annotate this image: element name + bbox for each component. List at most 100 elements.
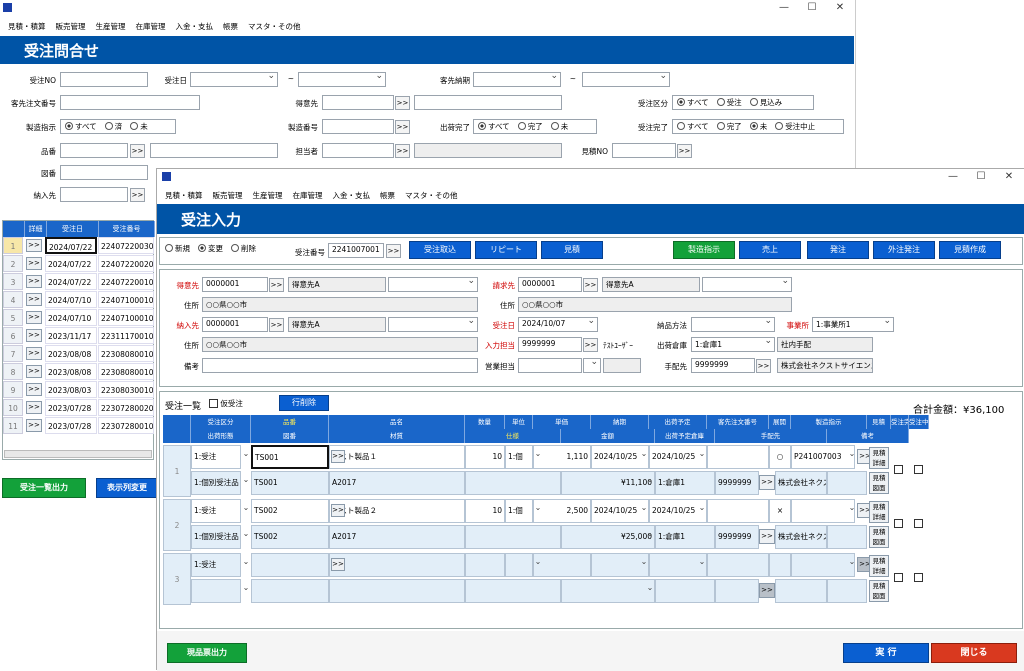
line-keitai[interactable]: 1:個別受注品 [191, 525, 241, 549]
seikyu-code-field[interactable]: 0000001 [518, 277, 582, 292]
menu-production[interactable]: 生産管理 [96, 21, 126, 32]
tehai-search-button[interactable]: >> [759, 475, 775, 490]
order-stop-checkbox[interactable] [914, 519, 923, 530]
nounyu-search-button[interactable]: >> [130, 188, 145, 202]
checkbox-box[interactable] [894, 465, 903, 474]
create-estimate-button[interactable]: 見積作成 [939, 241, 1001, 259]
unit-dropdown-icon[interactable]: ⌄ [533, 449, 543, 458]
line-qty[interactable]: 10 [465, 499, 505, 523]
order-kbn-all[interactable]: すべて [677, 97, 709, 108]
menu-inventory[interactable]: 在庫管理 [293, 190, 323, 201]
order-kbn-radio[interactable]: すべて 受注 見込み [672, 95, 814, 110]
shukka-done[interactable]: 完了 [517, 121, 543, 132]
hinmei-search-button[interactable]: >> [331, 504, 345, 517]
line-keitai[interactable] [191, 579, 241, 603]
estimate-detail-button[interactable]: 見積詳細 [869, 447, 889, 469]
mitsumori-field[interactable] [612, 143, 676, 158]
shukka-all[interactable]: すべて [478, 121, 510, 132]
menu-sales[interactable]: 販売管理 [56, 21, 86, 32]
checkbox-box[interactable] [914, 465, 923, 474]
delete-row-button[interactable]: 行削除 [279, 395, 329, 411]
hinmei-search-button[interactable]: >> [331, 450, 345, 463]
ship-dropdown-icon[interactable]: ⌄ [697, 503, 707, 512]
soko-dropdown-icon[interactable]: ⌄ [645, 475, 655, 484]
row-detail-button[interactable]: >> [26, 311, 42, 324]
order-no-field[interactable]: 2241007001 [328, 243, 384, 258]
line-hinban[interactable] [251, 553, 329, 577]
juchu-done[interactable]: 完了 [716, 121, 742, 132]
line-spec[interactable] [827, 471, 867, 495]
line-hinban[interactable]: TS001 [251, 445, 329, 469]
line-hinban[interactable]: TS002 [251, 499, 329, 523]
line-cust-order-no[interactable] [707, 553, 769, 577]
kbn-dropdown-icon[interactable]: ⌄ [241, 503, 251, 512]
tehai-code-field[interactable]: 9999999 [691, 358, 755, 373]
line-seizo[interactable] [791, 553, 855, 577]
menu-payment[interactable]: 入金・支払 [176, 21, 214, 32]
tokui-search-button[interactable]: >> [395, 96, 410, 110]
shukka-radio[interactable]: すべて 完了 未 [473, 119, 597, 134]
mode-new[interactable]: 新規 [165, 243, 190, 254]
close-button[interactable]: 閉じる [931, 643, 1017, 663]
line-qty[interactable] [465, 553, 505, 577]
row-detail-button[interactable]: >> [26, 401, 42, 414]
line-amount[interactable]: ¥11,100 [561, 471, 655, 495]
sales-button[interactable]: 売上 [739, 241, 801, 259]
checkbox-box[interactable] [914, 573, 923, 582]
seizo-no-search-button[interactable]: >> [395, 120, 410, 134]
row-detail-button[interactable]: >> [26, 239, 42, 252]
mfg-instruction-button[interactable]: 製造指示 [673, 241, 735, 259]
line-keitai[interactable]: 1:個別受注品 [191, 471, 241, 495]
kbn-dropdown-icon[interactable]: ⌄ [241, 557, 251, 566]
hinban-field[interactable] [60, 143, 128, 158]
estimate-drawing-button[interactable]: 見積図面 [869, 472, 889, 494]
menu-production[interactable]: 生産管理 [253, 190, 283, 201]
menu-estimate[interactable]: 見積・積算 [8, 21, 46, 32]
order-date-to[interactable] [298, 72, 386, 87]
soko-dropdown-icon[interactable]: ⌄ [645, 529, 655, 538]
genpin-print-button[interactable]: 現品票出力 [167, 643, 247, 663]
order-import-button[interactable]: 受注取込 [409, 241, 471, 259]
tokui-code-field[interactable]: 0000001 [202, 277, 268, 292]
keitai-dropdown-icon[interactable]: ⌄ [241, 529, 251, 538]
tehai-search-button[interactable]: >> [756, 359, 771, 373]
shukka-not[interactable]: 未 [550, 121, 568, 132]
seizo-not[interactable]: 未 [130, 121, 148, 132]
line-kbn[interactable]: 1:受注 [191, 553, 241, 577]
order-no-field[interactable] [60, 72, 148, 87]
execute-button[interactable]: 実 行 [843, 643, 929, 663]
keitai-dropdown-icon[interactable]: ⌄ [241, 583, 251, 592]
due-dropdown-icon[interactable]: ⌄ [639, 449, 649, 458]
line-spec[interactable] [827, 579, 867, 603]
line-spec[interactable] [465, 525, 561, 549]
seizo-dropdown-icon[interactable]: ⌄ [847, 557, 857, 566]
order-complete-checkbox[interactable] [894, 573, 903, 584]
menu-report[interactable]: 帳票 [223, 21, 238, 32]
checkbox-box[interactable] [894, 519, 903, 528]
juchu-not[interactable]: 未 [749, 121, 767, 132]
tanto-search-button[interactable]: >> [395, 144, 410, 158]
kari-juchu-checkbox[interactable]: 仮受注 [209, 398, 243, 409]
seizo-radio[interactable]: すべて 済 未 [60, 119, 176, 134]
row-detail-button[interactable]: >> [26, 383, 42, 396]
maximize-icon-front[interactable]: ☐ [973, 171, 989, 183]
unit-dropdown-icon[interactable]: ⌄ [533, 503, 543, 512]
line-amount[interactable]: ¥25,000 [561, 525, 655, 549]
estimate-drawing-button[interactable]: 見積図面 [869, 580, 889, 602]
line-tehai_code[interactable]: 9999999 [715, 471, 759, 495]
tokui-name-field[interactable] [414, 95, 562, 110]
estimate-detail-button[interactable]: 見積詳細 [869, 555, 889, 577]
close-icon[interactable]: ✕ [832, 2, 848, 14]
soko-dropdown-icon[interactable]: ⌄ [645, 583, 655, 592]
order-complete-checkbox[interactable] [894, 465, 903, 476]
estimate-button[interactable]: 見積 [541, 241, 603, 259]
row-detail-button[interactable]: >> [26, 257, 42, 270]
mode-radio[interactable]: 新規 変更 削除 [165, 243, 256, 254]
checkbox-box[interactable] [209, 399, 218, 408]
line-spec[interactable] [465, 471, 561, 495]
order-complete-checkbox[interactable] [894, 519, 903, 530]
line-seizo[interactable] [791, 499, 855, 523]
repeat-button[interactable]: リピート [475, 241, 537, 259]
back-hscroll[interactable] [4, 450, 152, 458]
close-icon-front[interactable]: ✕ [1001, 171, 1017, 183]
